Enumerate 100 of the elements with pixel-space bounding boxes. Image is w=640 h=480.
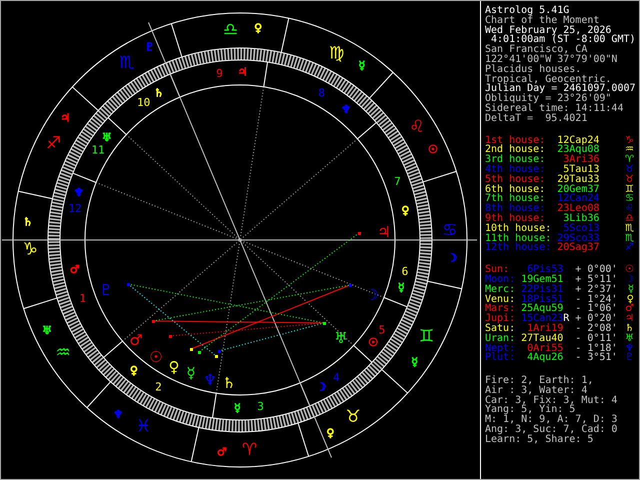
- sign-divider-line: [190, 427, 200, 462]
- house-cusp-tick: [356, 122, 377, 140]
- chart-info-line: Astrolog 5.41G: [485, 6, 570, 16]
- house-position: 5Tau13: [563, 164, 600, 175]
- summary-line: M: 1, N: 9, A: 7, D: 3: [485, 415, 618, 426]
- planet-glyph: ♄: [625, 324, 634, 334]
- planet-position: 27Tau40: [521, 334, 564, 344]
- planet-glyph: ♀: [626, 294, 634, 304]
- zodiac-sign-glyph: ♌: [625, 204, 634, 214]
- sign-ruler-glyph: ♆: [113, 408, 124, 422]
- house-position: 29Sco33: [557, 234, 600, 244]
- house-label: 6th house:: [485, 184, 546, 194]
- sign-ruler-glyph: ♀: [254, 21, 262, 34]
- sign-ruler-glyph: ♃: [60, 112, 70, 125]
- zodiac-sign-glyph: ♏: [625, 224, 634, 234]
- planet-latitude: - 3°51': [575, 353, 618, 364]
- planet-glyph: ♂: [129, 331, 143, 349]
- planet-position: 15Can23: [521, 314, 564, 324]
- zodiac-sign-glyph: ♊: [625, 184, 634, 194]
- planet-glyph: ♇: [625, 353, 634, 364]
- sign-divider-line: [422, 170, 457, 182]
- summary-line: Car: 3, Fix: 3, Mut: 4: [485, 396, 618, 406]
- planet-position: 22Pis31: [521, 284, 564, 295]
- house-position: 3Ari36: [563, 155, 600, 165]
- house-number: 6: [402, 265, 408, 278]
- planet-position: 6Pis53: [527, 265, 564, 275]
- house-cusp-tick: [212, 392, 217, 418]
- sign-ruler-glyph: ☉: [428, 143, 438, 156]
- house-label: 7th house:: [485, 194, 546, 204]
- house-label: 8th house:: [485, 204, 546, 214]
- house-ruler-glyph: ♀: [401, 204, 410, 217]
- planet-name: Sun:: [485, 265, 510, 275]
- zodiac-sign-glyph: ♏: [119, 53, 134, 74]
- planet-glyph: ♃: [377, 223, 391, 241]
- planet-position: 1Ari19: [527, 324, 564, 334]
- house-label: 1st house:: [485, 136, 546, 146]
- chart-info-line: Obliquity = 23°26'09": [485, 94, 612, 104]
- sign-ruler-glyph: ♇: [144, 40, 155, 54]
- sign-divider-line: [18, 190, 53, 200]
- house-ruler-glyph: ☽: [316, 380, 326, 394]
- planet-name: Merc:: [485, 284, 516, 295]
- house-ruler-glyph: ☿: [234, 401, 241, 414]
- planet-latitude: - 1°18': [575, 344, 618, 354]
- summary-line: Yang: 5, Yin: 5: [485, 405, 576, 416]
- house-position: 23Leo08: [557, 204, 600, 214]
- planet-latitude: - 0°11': [575, 334, 618, 344]
- chart-info-line: Julian Day = 2461097.0007: [485, 84, 636, 94]
- house-number: 9: [216, 66, 223, 80]
- zodiac-sign-glyph: ♋: [625, 194, 634, 204]
- chart-info-line: DeltaT = 95.4021: [485, 114, 588, 124]
- house-ruler-glyph: ♄: [154, 86, 164, 100]
- planet-latitude: + 5°11': [575, 274, 618, 285]
- sign-divider-line: [23, 298, 58, 310]
- house-cusp-tick: [353, 344, 372, 363]
- planet-glyph: ♅: [334, 329, 348, 347]
- house-ruler-glyph: ♆: [341, 103, 351, 116]
- planet-glyph: ☿: [628, 284, 634, 295]
- zodiac-sign-glyph: ♎: [625, 214, 634, 224]
- zodiac-sign-glyph: ♒: [55, 343, 71, 364]
- house-number: 8: [318, 86, 325, 100]
- house-position: 12Cap24: [557, 136, 600, 146]
- house-label: 10th house:: [485, 224, 552, 234]
- planet-glyph: ♀: [168, 358, 180, 376]
- chart-info-line: 122°41'00"W 37°79'00"N: [485, 54, 618, 65]
- planet-name: Venu:: [485, 294, 516, 304]
- planet-glyph: ♅: [625, 334, 634, 344]
- zodiac-sign-glyph: ♈: [625, 155, 634, 165]
- house-ruler-glyph: ♃: [238, 66, 248, 79]
- planet-latitude: + 0°00': [575, 265, 618, 275]
- house-label: 9th house:: [485, 214, 546, 224]
- planet-latitude: - 2°08': [575, 324, 618, 334]
- house-number: 1: [79, 292, 86, 305]
- chart-info-line: Placidus houses.: [485, 64, 582, 75]
- house-number: 2: [155, 380, 162, 394]
- chart-info-line: San Francisco, CA: [485, 45, 588, 55]
- house-label: 2nd house:: [485, 145, 546, 156]
- chart-info-line: Wed February 25, 2026: [485, 26, 612, 36]
- summary-line: Fire: 2, Earth: 1,: [485, 376, 594, 386]
- house-cusp-tick: [103, 340, 124, 358]
- sign-ruler-glyph: ☿: [358, 58, 366, 72]
- zodiac-sign-glyph: ♒: [625, 145, 634, 156]
- house-label: 5th house:: [485, 174, 546, 185]
- house-number: 5: [378, 323, 386, 336]
- sign-divider-line: [170, 23, 182, 58]
- summary-line: Air : 3, Water: 4: [485, 386, 588, 396]
- planet-name: Jupi:: [485, 314, 516, 324]
- house-position: 5Sco13: [563, 224, 600, 234]
- planet-glyph: ♄: [222, 374, 236, 392]
- planet-glyph: ☉: [149, 348, 163, 366]
- zodiac-sign-glyph: ♋: [442, 220, 458, 240]
- sign-divider-line: [86, 381, 112, 408]
- house-number: 3: [257, 400, 264, 414]
- planet-name: Satu:: [485, 324, 516, 334]
- planet-name: Moon:: [485, 274, 516, 285]
- planet-latitude: - 1°24': [575, 294, 618, 304]
- planet-position: 25Aqu59: [521, 304, 564, 314]
- zodiac-sign-glyph: ♉: [346, 406, 361, 427]
- sign-ruler-glyph: ♅: [42, 324, 52, 337]
- planet-name: Mars:: [485, 304, 516, 314]
- planet-position: 18Pis51: [521, 294, 564, 304]
